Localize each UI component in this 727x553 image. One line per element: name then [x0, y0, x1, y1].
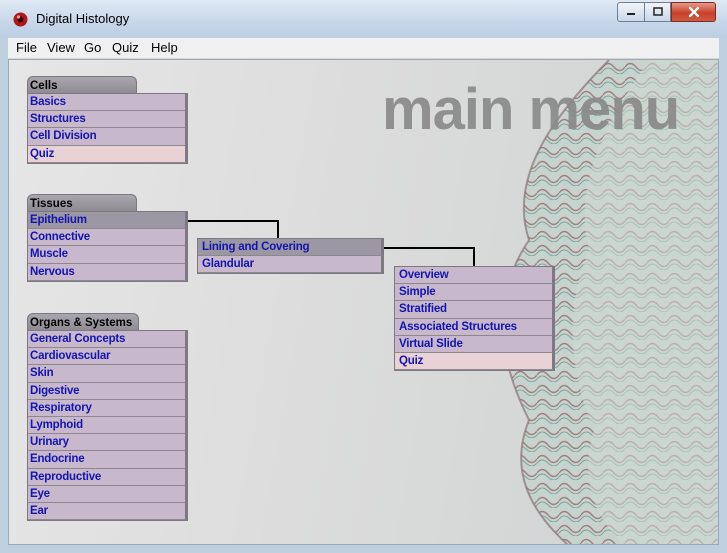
organs-item-ear[interactable]: Ear	[28, 502, 187, 521]
submenu-item-simple[interactable]: Simple	[395, 284, 554, 302]
page-title: main menu	[382, 77, 680, 142]
tissues-menu: Epithelium Connective Muscle Nervous	[27, 211, 188, 282]
organs-item-reproductive[interactable]: Reproductive	[28, 468, 187, 486]
maximize-icon	[652, 7, 663, 16]
cells-item-structures[interactable]: Structures	[28, 111, 187, 129]
organs-item-general-concepts[interactable]: General Concepts	[28, 331, 187, 349]
window-title: Digital Histology	[36, 11, 130, 26]
title-bar: Digital Histology	[0, 0, 727, 38]
tissues-item-connective[interactable]: Connective	[28, 229, 187, 247]
organs-item-respiratory[interactable]: Respiratory	[28, 399, 187, 417]
menu-help[interactable]: Help	[151, 40, 178, 55]
submenu-item-associated-structures[interactable]: Associated Structures	[395, 318, 554, 336]
menu-quiz[interactable]: Quiz	[112, 40, 139, 55]
submenu-item-lining-covering[interactable]: Lining and Covering	[198, 239, 383, 257]
cells-item-cell-division[interactable]: Cell Division	[28, 128, 187, 146]
tissues-item-nervous[interactable]: Nervous	[28, 263, 187, 281]
organs-tab: Organs & Systems	[27, 313, 139, 330]
lining-submenu: Overview Simple Stratified Associated St…	[394, 266, 555, 372]
organs-item-skin[interactable]: Skin	[28, 365, 187, 383]
organs-item-urinary[interactable]: Urinary	[28, 434, 187, 452]
submenu-item-overview[interactable]: Overview	[395, 267, 554, 285]
tissues-item-muscle[interactable]: Muscle	[28, 246, 187, 264]
connector-line	[188, 220, 279, 238]
tissues-item-epithelium[interactable]: Epithelium	[28, 212, 187, 230]
connector-line	[384, 247, 475, 267]
menu-go[interactable]: Go	[84, 40, 101, 55]
submenu-item-virtual-slide[interactable]: Virtual Slide	[395, 335, 554, 353]
organs-item-lymphoid[interactable]: Lymphoid	[28, 416, 187, 435]
tissues-tab: Tissues	[27, 194, 137, 211]
organs-menu: General Concepts Cardiovascular Skin Dig…	[27, 330, 188, 522]
menu-bar: File View Go Quiz Help	[8, 38, 719, 59]
menu-view[interactable]: View	[47, 40, 75, 55]
cells-item-quiz[interactable]: Quiz	[28, 145, 187, 163]
submenu-item-stratified[interactable]: Stratified	[395, 301, 554, 319]
organs-item-endocrine[interactable]: Endocrine	[28, 451, 187, 469]
cells-item-basics[interactable]: Basics	[28, 94, 187, 112]
minimize-button[interactable]	[617, 2, 645, 22]
close-button[interactable]	[671, 2, 716, 22]
minimize-icon	[627, 13, 635, 15]
organs-item-digestive[interactable]: Digestive	[28, 382, 187, 400]
close-icon	[688, 6, 699, 18]
main-content: main menu Cells Basics Structures Cell D…	[8, 59, 719, 545]
epithelium-submenu: Lining and Covering Glandular	[197, 238, 384, 275]
menu-file[interactable]: File	[16, 40, 37, 55]
submenu-item-quiz[interactable]: Quiz	[395, 352, 554, 371]
maximize-button[interactable]	[645, 2, 671, 22]
organs-item-eye[interactable]: Eye	[28, 485, 187, 503]
cells-tab: Cells	[27, 76, 137, 93]
red-cell-icon	[13, 12, 28, 27]
cells-menu: Basics Structures Cell Division Quiz	[27, 93, 188, 164]
organs-item-cardiovascular[interactable]: Cardiovascular	[28, 348, 187, 366]
submenu-item-glandular[interactable]: Glandular	[198, 256, 383, 274]
